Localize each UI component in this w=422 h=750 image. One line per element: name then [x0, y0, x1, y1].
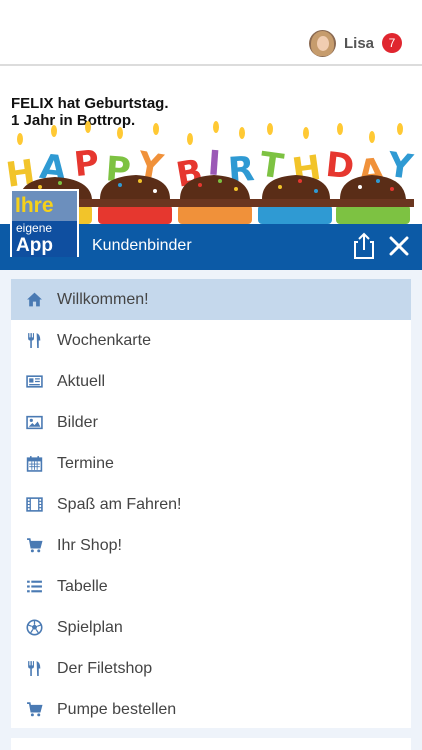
- menu-item-label: Aktuell: [57, 372, 106, 390]
- menu-item-der-filetshop[interactable]: Der Filetshop: [11, 648, 411, 689]
- cart-icon: [11, 525, 57, 566]
- menu-panel: Willkommen! Wochenkarte Aktuell Bilder T: [0, 270, 422, 750]
- user-name[interactable]: Lisa: [344, 35, 374, 52]
- calendar-icon: [11, 443, 57, 484]
- menu-item-label: Spielplan: [57, 618, 123, 636]
- user-profile[interactable]: Lisa 7: [308, 29, 402, 57]
- cart-icon: [11, 689, 57, 730]
- menu-item-label: Ihr Shop!: [57, 536, 122, 554]
- share-icon: [354, 232, 374, 259]
- menu-item-label: Spaß am Fahren!: [57, 495, 182, 513]
- menu-item-bilder[interactable]: Bilder: [11, 402, 411, 443]
- menu-item-ihr-shop[interactable]: Ihr Shop!: [11, 525, 411, 566]
- film-icon: [11, 484, 57, 525]
- navigation-menu: Willkommen! Wochenkarte Aktuell Bilder T: [11, 279, 411, 728]
- header-title: Kundenbinder: [92, 237, 192, 254]
- home-icon: [11, 279, 57, 320]
- notification-badge[interactable]: 7: [382, 33, 402, 53]
- menu-item-label: Willkommen!: [57, 290, 149, 308]
- cutlery-icon: [11, 648, 57, 689]
- menu-item-termine[interactable]: Termine: [11, 443, 411, 484]
- avatar[interactable]: [308, 29, 336, 57]
- menu-item-wochenkarte[interactable]: Wochenkarte: [11, 320, 411, 361]
- soccer-ball-icon: [11, 607, 57, 648]
- menu-item-aktuell[interactable]: Aktuell: [11, 361, 411, 402]
- cutlery-icon: [11, 320, 57, 361]
- menu-item-label: Der Filetshop: [57, 659, 153, 677]
- logo-line-1: Ihre: [12, 191, 77, 221]
- menu-item-label: Bilder: [57, 413, 98, 431]
- menu-item-label: Wochenkarte: [57, 331, 151, 349]
- menu-item-spielplan[interactable]: Spielplan: [11, 607, 411, 648]
- logo-line-3: App: [12, 235, 77, 257]
- svg-text:P: P: [72, 143, 101, 185]
- share-button[interactable]: [352, 232, 376, 260]
- user-bar: Lisa 7: [0, 0, 422, 66]
- menu-bottom-section: [11, 738, 411, 750]
- menu-item-willkommen[interactable]: Willkommen!: [11, 279, 411, 320]
- image-icon: [11, 402, 57, 443]
- close-icon: [389, 236, 409, 256]
- menu-item-tabelle[interactable]: Tabelle: [11, 566, 411, 607]
- app-logo[interactable]: Ihre eigene App: [10, 189, 79, 257]
- menu-item-label: Tabelle: [57, 577, 108, 595]
- menu-item-pumpe-bestellen[interactable]: Pumpe bestellen: [11, 689, 411, 730]
- logo-line-2: eigene: [12, 221, 77, 235]
- close-button[interactable]: [388, 235, 410, 257]
- menu-item-spass-am-fahren[interactable]: Spaß am Fahren!: [11, 484, 411, 525]
- newspaper-icon: [11, 361, 57, 402]
- list-icon: [11, 566, 57, 607]
- menu-item-label: Termine: [57, 454, 114, 472]
- menu-item-label: Pumpe bestellen: [57, 700, 177, 718]
